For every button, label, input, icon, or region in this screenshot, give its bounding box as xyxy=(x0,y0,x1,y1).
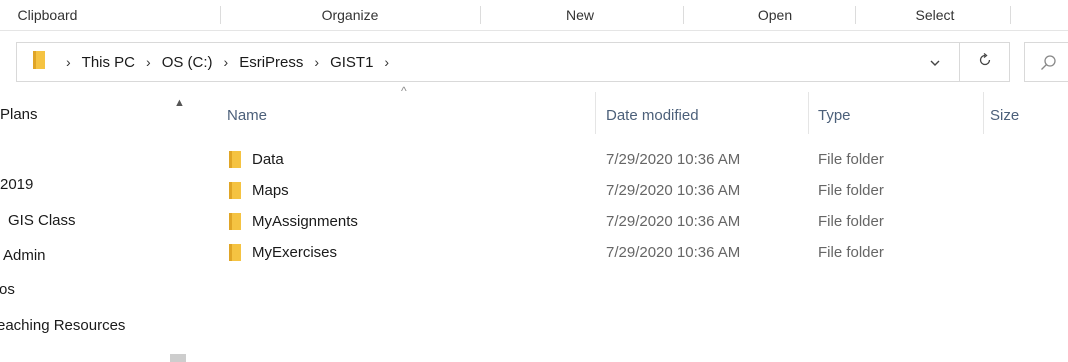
column-header-size[interactable]: Size xyxy=(990,107,1019,124)
table-row[interactable]: MyAssignments 7/29/2020 10:36 AM File fo… xyxy=(190,206,1068,237)
sort-ascending-icon: ^ xyxy=(401,84,407,98)
ribbon-divider xyxy=(855,6,856,24)
search-input[interactable] xyxy=(1024,42,1068,82)
refresh-icon xyxy=(977,52,993,73)
nav-scrollbar-thumb[interactable] xyxy=(170,354,186,362)
file-type: File folder xyxy=(818,244,884,261)
nav-item-2019[interactable]: 2019 xyxy=(0,176,33,193)
nav-item-admin[interactable]: Admin xyxy=(3,247,46,264)
nav-item-os[interactable]: os xyxy=(0,281,15,298)
ribbon-divider xyxy=(480,6,481,24)
ribbon-divider xyxy=(220,6,221,24)
refresh-button[interactable] xyxy=(960,42,1010,82)
column-divider[interactable] xyxy=(983,92,984,134)
chevron-right-icon[interactable]: › xyxy=(384,54,389,70)
file-type: File folder xyxy=(818,213,884,230)
table-row[interactable]: Maps 7/29/2020 10:36 AM File folder xyxy=(190,175,1068,206)
nav-item-plans[interactable]: Plans xyxy=(0,106,38,123)
chevron-right-icon[interactable]: › xyxy=(314,54,319,70)
nav-item-gis-class[interactable]: GIS Class xyxy=(8,212,76,229)
column-header-date-modified[interactable]: Date modified xyxy=(606,107,699,124)
ribbon-group-open: Open xyxy=(757,7,793,23)
column-divider[interactable] xyxy=(808,92,809,134)
table-row[interactable]: MyExercises 7/29/2020 10:36 AM File fold… xyxy=(190,237,1068,268)
folder-icon xyxy=(229,182,241,204)
chevron-right-icon[interactable]: › xyxy=(66,54,71,70)
nav-item-teaching-resources[interactable]: eaching Resources xyxy=(0,317,125,334)
file-list: ^ Name Date modified Type Size Data 7/29… xyxy=(190,84,1068,362)
file-name: MyAssignments xyxy=(252,213,358,230)
file-date-modified: 7/29/2020 10:36 AM xyxy=(606,244,741,261)
ribbon-divider xyxy=(1010,6,1011,24)
file-date-modified: 7/29/2020 10:36 AM xyxy=(606,213,741,230)
file-name: Data xyxy=(252,151,284,168)
table-row[interactable]: Data 7/29/2020 10:36 AM File folder xyxy=(190,144,1068,175)
ribbon-group-select: Select xyxy=(915,7,955,23)
column-divider[interactable] xyxy=(595,92,596,134)
file-name: MyExercises xyxy=(252,244,338,261)
ribbon-groups: Clipboard Organize New Open Select xyxy=(0,0,1068,31)
folder-icon xyxy=(33,51,45,73)
breadcrumb-gist1[interactable]: GIST1 xyxy=(330,54,373,71)
breadcrumb-esripress[interactable]: EsriPress xyxy=(239,54,303,71)
navigation-pane: ▲ Plans 2019 GIS Class Admin os eaching … xyxy=(0,92,190,362)
column-header-name[interactable]: Name xyxy=(227,107,267,124)
file-type: File folder xyxy=(818,182,884,199)
ribbon-group-clipboard: Clipboard xyxy=(17,7,78,23)
file-type: File folder xyxy=(818,151,884,168)
breadcrumb: › This PC › OS (C:) › EsriPress › GIST1 … xyxy=(17,43,400,81)
ribbon-divider xyxy=(683,6,684,24)
file-name: Maps xyxy=(252,182,289,199)
folder-icon xyxy=(229,213,241,235)
search-icon xyxy=(1041,55,1056,70)
address-row: › This PC › OS (C:) › EsriPress › GIST1 … xyxy=(0,42,1068,84)
scroll-up-arrow-icon[interactable]: ▲ xyxy=(174,97,185,109)
breadcrumb-this-pc[interactable]: This PC xyxy=(82,54,135,71)
folder-icon xyxy=(229,151,241,173)
breadcrumb-os-c[interactable]: OS (C:) xyxy=(162,54,213,71)
ribbon-group-new: New xyxy=(565,7,594,23)
ribbon-group-organize: Organize xyxy=(321,7,379,23)
chevron-right-icon[interactable]: › xyxy=(146,54,151,70)
file-date-modified: 7/29/2020 10:36 AM xyxy=(606,151,741,168)
folder-icon xyxy=(229,244,241,266)
file-date-modified: 7/29/2020 10:36 AM xyxy=(606,182,741,199)
chevron-down-icon[interactable] xyxy=(929,56,941,74)
address-bar[interactable]: › This PC › OS (C:) › EsriPress › GIST1 … xyxy=(16,42,960,82)
chevron-right-icon[interactable]: › xyxy=(224,54,229,70)
column-header-type[interactable]: Type xyxy=(818,107,851,124)
